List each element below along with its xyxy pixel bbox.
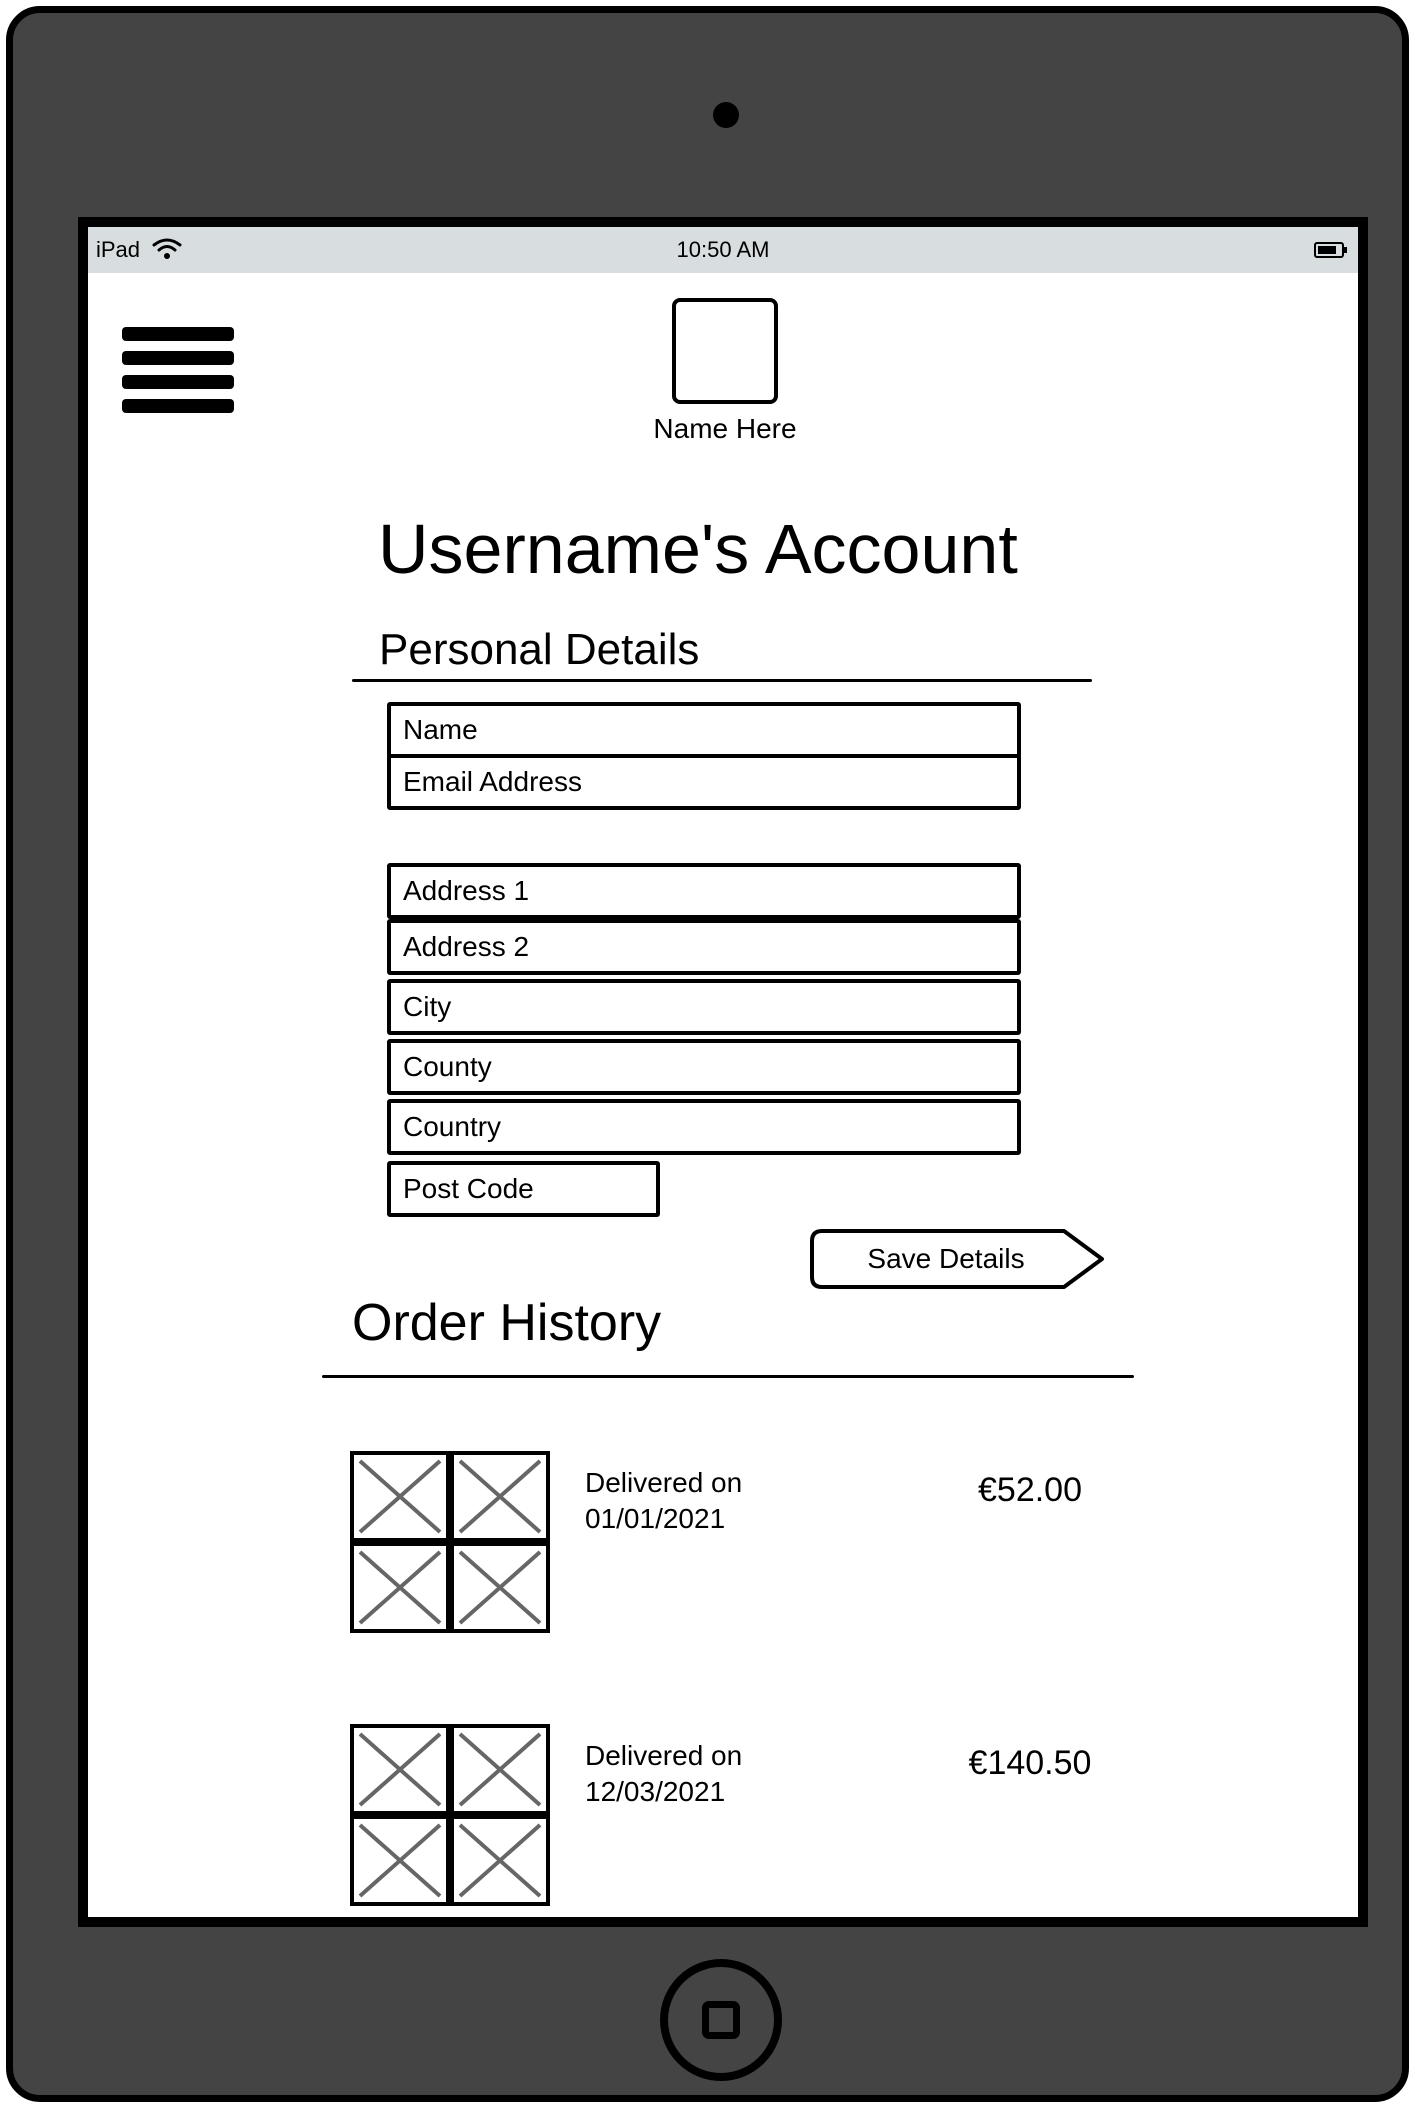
post-code-field[interactable]: [387, 1161, 660, 1217]
name-field[interactable]: [387, 702, 1021, 758]
save-details-label: Save Details: [867, 1243, 1025, 1274]
country-field[interactable]: [387, 1099, 1021, 1155]
image-placeholder-icon: [350, 1815, 450, 1906]
city-field[interactable]: [387, 979, 1021, 1035]
order-delivery-status: Delivered on 12/03/2021: [585, 1738, 742, 1810]
order-product-images: [350, 1724, 550, 1906]
order-delivery-status: Delivered on 01/01/2021: [585, 1465, 742, 1537]
logo-name: Name Here: [653, 413, 797, 444]
order-history-divider: [322, 1375, 1134, 1378]
order-product-images: [350, 1451, 550, 1633]
order-row[interactable]: Delivered on 12/03/2021 €140.50: [350, 1724, 1150, 1909]
order-row[interactable]: Delivered on 01/01/2021 €52.00: [350, 1451, 1150, 1636]
image-placeholder-icon: [450, 1451, 550, 1542]
address-1-field[interactable]: [387, 863, 1021, 919]
order-status-text: Delivered on: [585, 1740, 743, 1771]
screen: iPad 10:50 AM Name Here Username's Accou…: [78, 217, 1368, 1927]
order-date: 12/03/2021: [585, 1776, 726, 1807]
image-placeholder-icon: [350, 1542, 450, 1633]
image-placeholder-icon: [350, 1724, 450, 1815]
county-field[interactable]: [387, 1039, 1021, 1095]
battery-icon: [1314, 242, 1347, 258]
image-placeholder-icon: [450, 1815, 550, 1906]
order-history-heading: Order History: [352, 1294, 662, 1352]
order-status-text: Delivered on: [585, 1467, 743, 1498]
home-button-icon[interactable]: [660, 1959, 782, 2081]
logo-image-placeholder[interactable]: [672, 298, 778, 404]
email-field[interactable]: [387, 754, 1021, 810]
image-placeholder-icon: [450, 1542, 550, 1633]
image-placeholder-icon: [450, 1724, 550, 1815]
personal-details-heading: Personal Details: [379, 625, 700, 674]
camera-icon: [713, 102, 739, 128]
address-2-field[interactable]: [387, 919, 1021, 975]
order-price: €52.00: [978, 1471, 1082, 1509]
status-time: 10:50 AM: [676, 237, 770, 262]
page-title: Username's Account: [378, 510, 1018, 588]
save-details-button[interactable]: Save Details: [808, 1229, 1108, 1289]
ipad-device-frame: iPad 10:50 AM Name Here Username's Accou…: [6, 6, 1409, 2102]
home-button-square: [702, 2001, 740, 2039]
order-price: €140.50: [968, 1744, 1092, 1782]
image-placeholder-icon: [350, 1451, 450, 1542]
hamburger-menu-icon[interactable]: [122, 327, 234, 417]
status-bar: iPad 10:50 AM: [88, 227, 1358, 273]
personal-details-divider: [352, 679, 1092, 682]
order-date: 01/01/2021: [585, 1503, 726, 1534]
